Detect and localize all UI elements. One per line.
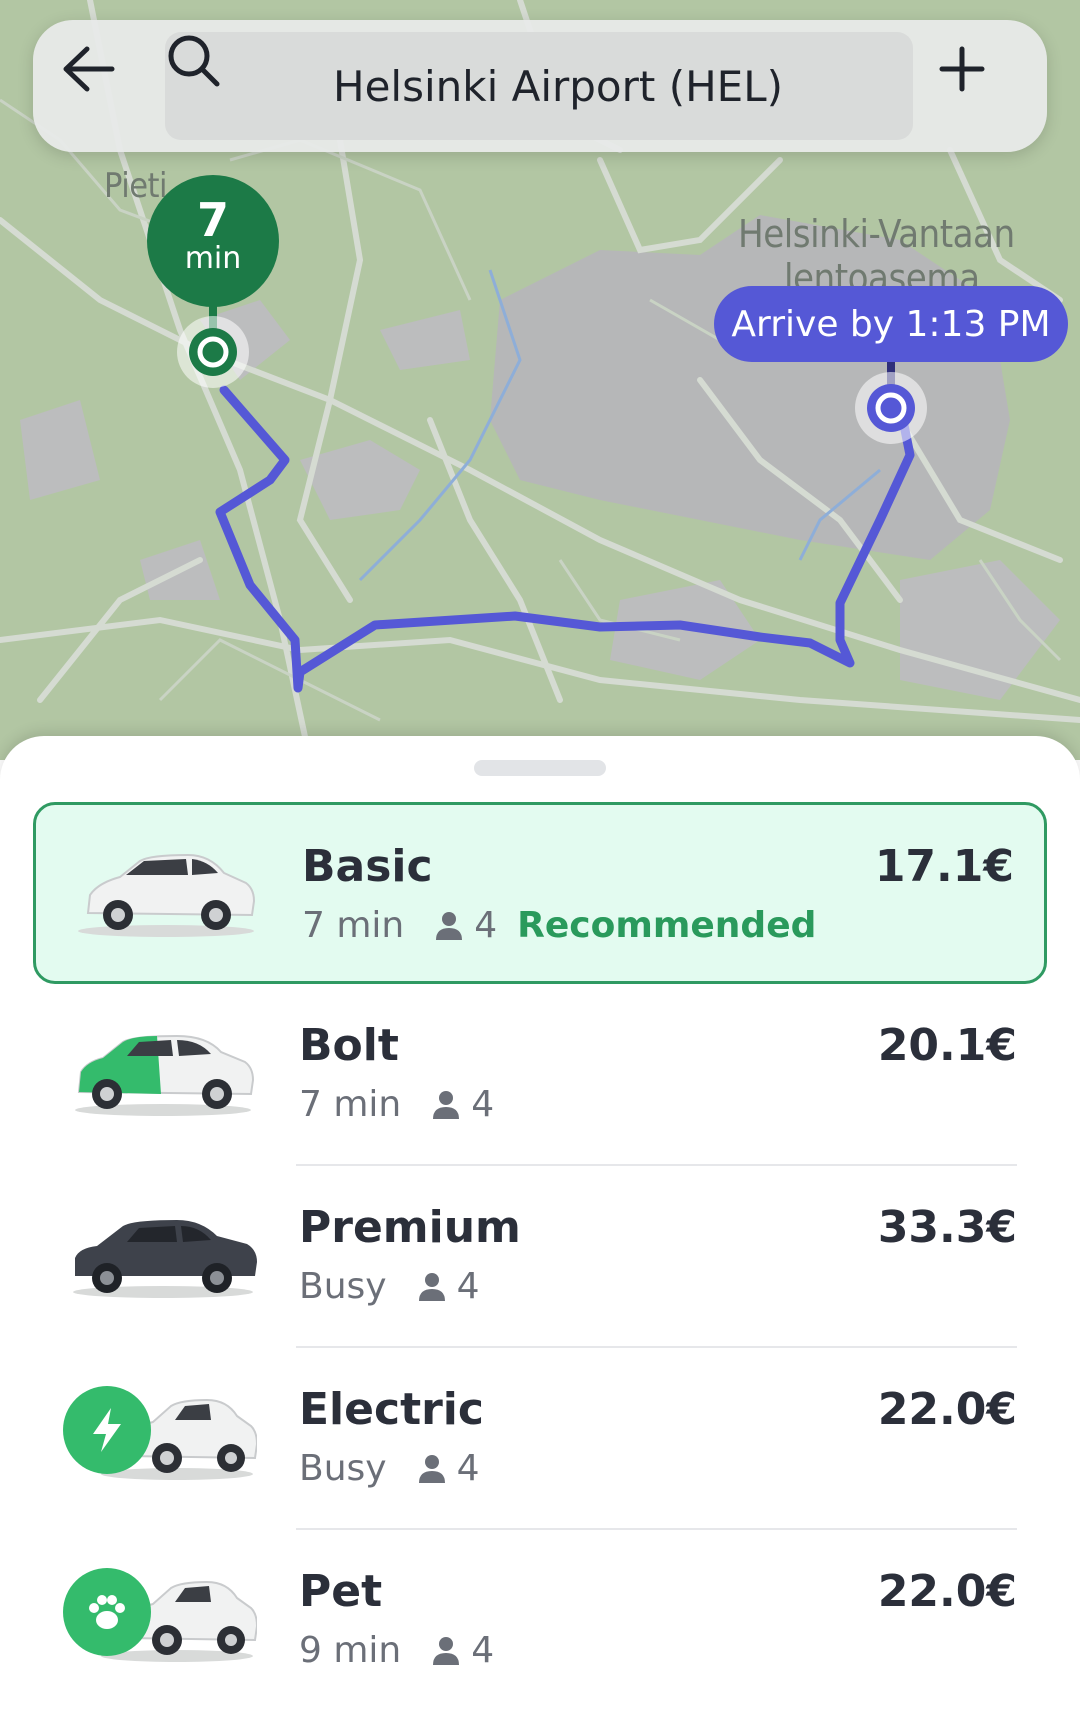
destination-text: Helsinki Airport (HEL)	[333, 61, 784, 111]
map-label-airport: Helsinki-Vantaan	[738, 212, 1015, 256]
paw-icon	[89, 1595, 125, 1629]
ride-seats: 4	[456, 1448, 480, 1489]
sheet-drag-handle[interactable]	[474, 760, 606, 776]
arrival-time-pill[interactable]: Arrive by 1:13 PM	[714, 286, 1068, 362]
ride-option-premium[interactable]: Premium Busy 4 33.3€	[33, 1166, 1047, 1348]
ride-seats: 4	[471, 1084, 495, 1125]
ride-price: 17.1€	[874, 841, 1014, 892]
lightning-icon	[93, 1408, 121, 1452]
recommended-badge: Recommended	[517, 905, 817, 946]
ride-option-pet[interactable]: Pet 9 min 4 22.0€	[33, 1530, 1047, 1712]
person-icon	[433, 1636, 460, 1665]
ride-name: Pet	[299, 1566, 383, 1617]
search-icon	[168, 35, 307, 116]
ride-name: Basic	[302, 841, 433, 892]
ride-name: Bolt	[299, 1020, 399, 1071]
pickup-eta-unit: min	[184, 241, 242, 276]
person-icon	[433, 1090, 460, 1119]
electric-badge	[63, 1386, 151, 1474]
ride-eta: 9 min	[299, 1630, 402, 1671]
ride-meta: Busy 4	[299, 1266, 479, 1307]
arrival-time-label: Arrive by 1:13 PM	[731, 303, 1051, 345]
person-icon	[436, 911, 463, 940]
basic-car-icon	[78, 853, 256, 937]
premium-car-icon	[73, 1220, 257, 1298]
ride-seats: 4	[471, 1630, 495, 1671]
ride-price: 22.0€	[877, 1384, 1017, 1435]
destination-search-field[interactable]: Helsinki Airport (HEL)	[165, 32, 913, 140]
person-icon	[418, 1272, 445, 1301]
pet-badge	[63, 1568, 151, 1656]
ride-meta: 9 min 4	[299, 1630, 494, 1671]
pickup-eta-value: 7	[196, 193, 229, 247]
ride-seats: 4	[456, 1266, 480, 1307]
ride-price: 22.0€	[877, 1566, 1017, 1617]
ride-price: 33.3€	[877, 1202, 1017, 1253]
search-bar: Helsinki Airport (HEL)	[33, 20, 1047, 152]
ride-option-bolt[interactable]: Bolt 7 min 4 20.1€	[33, 984, 1047, 1166]
ride-option-basic[interactable]: Basic 7 min 4 Recommended 17.1€	[33, 802, 1047, 984]
ride-status: Busy	[299, 1266, 387, 1307]
add-stop-button[interactable]	[939, 46, 1019, 126]
ride-options-sheet: Basic 7 min 4 Recommended 17.1€ Bolt 7 m…	[0, 736, 1080, 1716]
ride-status: Busy	[299, 1448, 387, 1489]
person-icon	[418, 1454, 445, 1483]
ride-name: Electric	[299, 1384, 484, 1435]
arrow-left-icon	[63, 46, 115, 92]
back-button[interactable]	[61, 46, 141, 126]
ride-name: Premium	[299, 1202, 521, 1253]
ride-seats: 4	[474, 905, 498, 946]
ride-option-electric[interactable]: Electric Busy 4 22.0€	[33, 1348, 1047, 1530]
plus-icon	[939, 46, 985, 92]
map-view[interactable]: Pieti Helsinki-Vantaan lentoasema 7 min …	[0, 0, 1080, 760]
ride-meta: 7 min 4	[299, 1084, 494, 1125]
ride-price: 20.1€	[877, 1020, 1017, 1071]
bolt-car-icon	[75, 1034, 255, 1116]
ride-eta: 7 min	[302, 905, 405, 946]
ride-meta: 7 min 4 Recommended	[302, 905, 816, 946]
ride-meta: Busy 4	[299, 1448, 479, 1489]
pickup-eta-marker[interactable]: 7 min	[147, 175, 279, 307]
ride-eta: 7 min	[299, 1084, 402, 1125]
